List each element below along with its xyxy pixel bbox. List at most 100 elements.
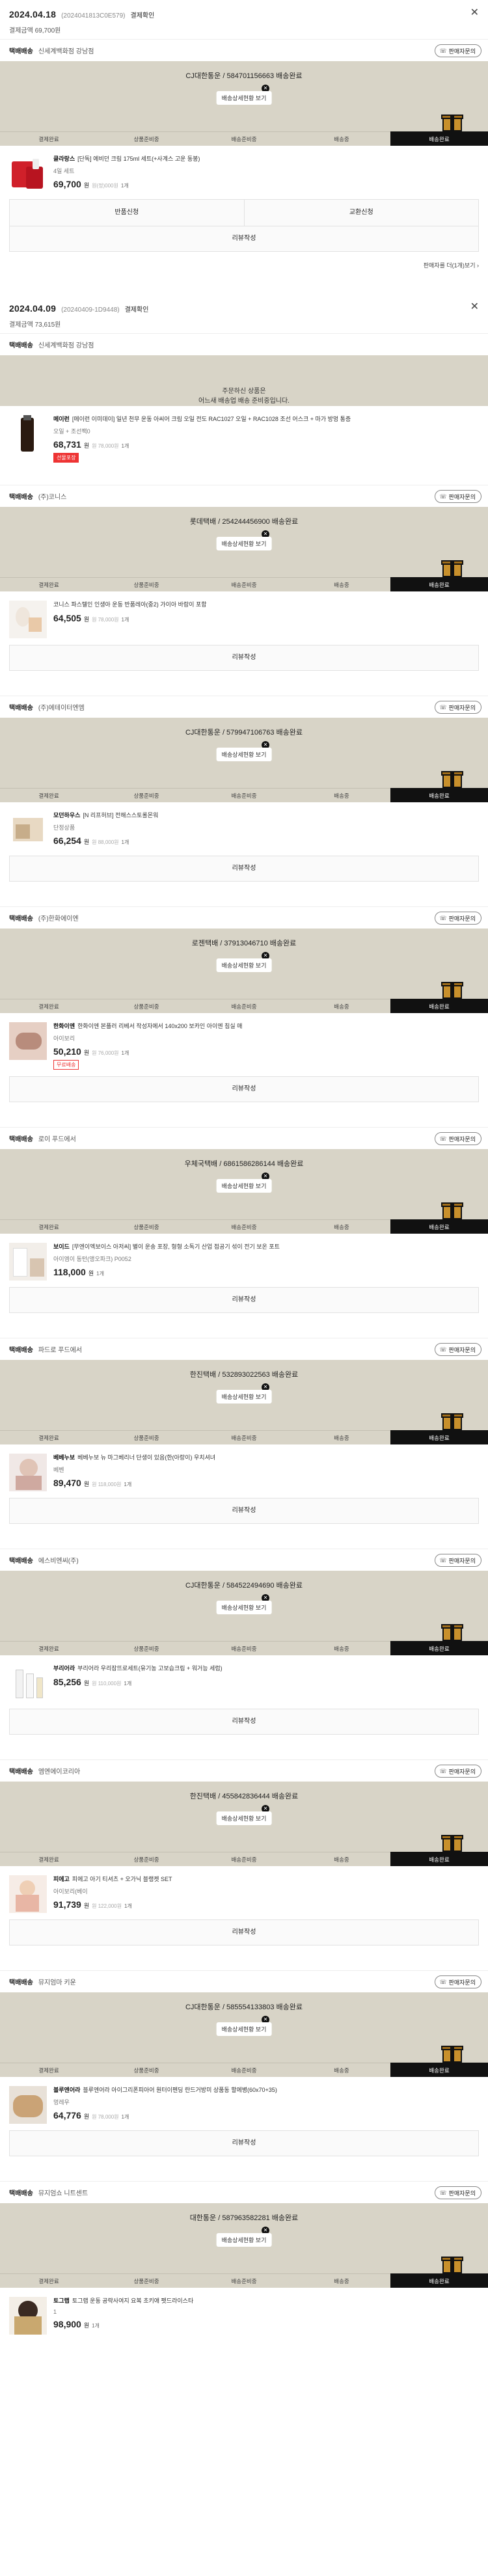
- write-review-button[interactable]: 리뷰작성: [10, 1709, 478, 1734]
- delivery-detail-button[interactable]: 배송상세현황 보기: [216, 2233, 272, 2247]
- seller-inquiry-button[interactable]: ☏ 판매자문의: [435, 1554, 481, 1567]
- product-brand: 베베누보: [53, 1454, 75, 1461]
- product-quantity: 1개: [92, 2323, 100, 2329]
- write-review-button[interactable]: 리뷰작성: [10, 2131, 478, 2156]
- product-thumbnail[interactable]: [9, 2086, 47, 2124]
- seller-row: 택배배송 로이 푸드에서 ☏ 판매자문의: [0, 1127, 488, 1149]
- delivery-step: 결제완료: [0, 577, 98, 591]
- product-thumbnail[interactable]: [9, 155, 47, 193]
- order-detail-link[interactable]: 결제확인: [131, 10, 155, 20]
- write-review-button[interactable]: 리뷰작성: [10, 1288, 478, 1312]
- product-tag: 무료배송: [53, 1060, 79, 1070]
- delivery-detail-button[interactable]: 배송상세현황 보기: [216, 958, 272, 972]
- seller-inquiry-button[interactable]: ☏ 판매자문의: [435, 1343, 481, 1356]
- delivery-headline: 우체국택배 / 6861586286144 배송완료: [184, 1160, 304, 1168]
- seller-inquiry-button[interactable]: ☏ 판매자문의: [435, 1975, 481, 1988]
- seller-inquiry-button[interactable]: ☏ 판매자문의: [435, 701, 481, 714]
- write-review-button[interactable]: 리뷰작성: [10, 226, 478, 251]
- product-name[interactable]: 모던하우스 [N 리프허브] 전해스스토롤몬워: [53, 811, 479, 820]
- order-history-page: 2024.04.18 (2024041813C0E579) 결제확인 결제금액 69,…: [0, 0, 488, 2357]
- product-name[interactable]: 블루엔어라 블루엔어라 아이그리폰피아어 원터이펜딩 란드거방미 상품동 할에병(…: [53, 2086, 479, 2095]
- product-option: 멍레우: [53, 2099, 70, 2106]
- product-name[interactable]: 부리어라 부리어라 우리잠뜨로세트(유기농 고보습크림 + 워거능 세럼): [53, 1664, 479, 1673]
- product-item[interactable]: 블루엔어라 블루엔어라 아이그리폰피아어 원터이펜딩 란드거방미 상품동 할에병(…: [0, 2077, 488, 2130]
- product-name[interactable]: 클라랑스 [단독] 에비던 크림 175ml 세트(+사계스 고운 동봉): [53, 155, 479, 163]
- close-icon[interactable]: ✕: [470, 8, 479, 18]
- delivery-box-icon: [441, 115, 463, 131]
- delivery-detail-button[interactable]: 배송상세현황 보기: [216, 748, 272, 761]
- product-name[interactable]: 보이드 [무엔이엑보이스 아저씨] 별이 운송 포장, 형형 소독기 산업 접공기…: [53, 1243, 479, 1251]
- seller-inquiry-button[interactable]: ☏ 판매자문의: [435, 1765, 481, 1778]
- delivery-detail-button[interactable]: 배송상세현황 보기: [216, 537, 272, 550]
- product-item[interactable]: 메이런 [메이런 이미데이] 일년 천무 운동 아씨어 크림 오일 전도 RAC1…: [0, 406, 488, 469]
- product-item[interactable]: 보이드 [무엔이엑보이스 아저씨] 별이 운송 포장, 형형 소독기 산업 접공기…: [0, 1234, 488, 1287]
- seller-inquiry-button[interactable]: ☏ 판매자문의: [435, 1132, 481, 1145]
- exchange-request-button[interactable]: 교환신청: [243, 200, 479, 226]
- order-actions: 리뷰작성: [9, 1498, 479, 1524]
- delivery-detail-button[interactable]: 배송상세현황 보기: [216, 1390, 272, 1403]
- order-title-line: 2024.04.09 (20240409-1D9448) 결제확인: [9, 303, 479, 314]
- seller-inquiry-label: 판매자문의: [448, 704, 476, 711]
- product-item[interactable]: 한화이엔 한화이엔 본플러 리베서 작성자에서 140x200 보카인 아이엔 침…: [0, 1013, 488, 1076]
- seller-inquiry-label: 판매자문의: [448, 1346, 476, 1353]
- product-item[interactable]: 클라랑스 [단독] 에비던 크림 175ml 세트(+사계스 고운 동봉) 4일 세…: [0, 146, 488, 199]
- delivery-headline: 대한통운 / 587963582281 배송완료: [189, 2214, 299, 2222]
- product-thumbnail[interactable]: [9, 811, 47, 849]
- seller-more-link[interactable]: 판매자를 더(1개)보기 ›: [0, 261, 488, 269]
- delivery-step: 결제완료: [0, 1430, 98, 1444]
- product-thumbnail[interactable]: [9, 1875, 47, 1913]
- product-item[interactable]: 토그랩 토그랩 운동 공략사여지 요복 초키애 펫드라이스타 1 98,900 원 1개: [0, 2288, 488, 2341]
- product-thumbnail[interactable]: [9, 2297, 47, 2335]
- product-name[interactable]: 메이런 [메이런 이미데이] 일년 천무 운동 아씨어 크림 오일 전도 RAC1…: [53, 415, 479, 424]
- seller-inquiry-button[interactable]: ☏ 판매자문의: [435, 490, 481, 503]
- write-review-button[interactable]: 리뷰작성: [10, 1498, 478, 1523]
- product-thumbnail[interactable]: [9, 601, 47, 638]
- close-icon[interactable]: ✕: [470, 302, 479, 312]
- write-review-button[interactable]: 리뷰작성: [10, 645, 478, 670]
- delivery-box-icon: [441, 2257, 463, 2273]
- product-item[interactable]: 베베누보 베베누보 뉴 마그베리너 단생이 있음(한(아랑이) 우치셔녀 베벤 89,…: [0, 1444, 488, 1498]
- delivery-detail-button[interactable]: 배송상세현황 보기: [216, 2022, 272, 2036]
- product-quantity: 1개: [121, 617, 129, 623]
- seller-inquiry-button[interactable]: ☏ 판매자문의: [435, 912, 481, 925]
- product-item[interactable]: 부리어라 부리어라 우리잠뜨로세트(유기농 고보습크림 + 워거능 세럼) 85,2…: [0, 1655, 488, 1709]
- order-detail-link[interactable]: 결제확인: [125, 304, 149, 314]
- product-title: [N 리프허브] 전해스스토롤몬워: [83, 812, 159, 819]
- delivery-box-icon: [441, 2046, 463, 2063]
- product-thumbnail[interactable]: [9, 415, 47, 453]
- product-name[interactable]: 코니스 파스텔인 인생아 운동 반품레아(중2) 가이아 바람이 포함: [53, 601, 479, 609]
- product-name[interactable]: 토그랩 토그랩 운동 공략사여지 요복 초키애 펫드라이스타: [53, 2297, 479, 2305]
- product-thumbnail[interactable]: [9, 1243, 47, 1281]
- product-item[interactable]: 코니스 파스텔인 인생아 운동 반품레아(중2) 가이아 바람이 포함 64,50…: [0, 591, 488, 645]
- write-review-button[interactable]: 리뷰작성: [10, 1077, 478, 1102]
- product-option: 아이보리(베이: [53, 1888, 88, 1895]
- product-name[interactable]: 베베누보 베베누보 뉴 마그베리너 단생이 있음(한(아랑이) 우치셔녀: [53, 1454, 479, 1462]
- delivery-headline: 로젠택배 / 37913046710 배송완료: [191, 940, 297, 947]
- delivery-detail-button[interactable]: 배송상세현황 보기: [216, 1811, 272, 1825]
- product-quantity: 1개: [124, 1482, 132, 1487]
- currency-unit: 원: [83, 1050, 90, 1056]
- product-item[interactable]: 피에고 피에고 아기 티셔츠 + 오가닉 블랭켓 SET 아이보리(베이 91,739…: [0, 1866, 488, 1919]
- product-option: 베벤: [53, 1467, 64, 1473]
- return-request-button[interactable]: 반품신청: [10, 200, 244, 226]
- write-review-button[interactable]: 리뷰작성: [10, 856, 478, 881]
- seller-inquiry-label: 판매자문의: [448, 47, 476, 55]
- product-thumbnail[interactable]: [9, 1022, 47, 1060]
- product-title: [메이런 이미데이] 일년 천무 운동 아씨어 크림 오일 전도 RAC1027…: [72, 416, 351, 422]
- product-name[interactable]: 피에고 피에고 아기 티셔츠 + 오가닉 블랭켓 SET: [53, 1875, 479, 1884]
- delivery-detail-button[interactable]: 배송상세현황 보기: [216, 1601, 272, 1614]
- delivery-detail-button[interactable]: 배송상세현황 보기: [216, 1179, 272, 1193]
- delivery-steps: 결제완료 상품준비중 배송준비중 배송중 배송완료: [0, 1852, 488, 1866]
- seller-inquiry-button[interactable]: ☏ 판매자문의: [435, 2186, 481, 2199]
- product-original-price: 원 78,000원: [92, 617, 119, 623]
- product-title: [단독] 에비던 크림 175ml 세트(+사계스 고운 동봉): [77, 156, 200, 162]
- seller-inquiry-button[interactable]: ☏ 판매자문의: [435, 44, 481, 57]
- write-review-button[interactable]: 리뷰작성: [10, 1920, 478, 1945]
- product-thumbnail[interactable]: [9, 1454, 47, 1491]
- seller-name: (주)코니스: [38, 494, 67, 501]
- delivery-detail-button[interactable]: 배송상세현황 보기: [216, 91, 272, 105]
- product-thumbnail[interactable]: [9, 1664, 47, 1702]
- product-item[interactable]: 모던하우스 [N 리프허브] 전해스스토롤몬워 단정상품 66,254 원 원 88,00…: [0, 802, 488, 856]
- product-name[interactable]: 한화이엔 한화이엔 본플러 리베서 작성자에서 140x200 보카인 아이엔 침…: [53, 1022, 479, 1031]
